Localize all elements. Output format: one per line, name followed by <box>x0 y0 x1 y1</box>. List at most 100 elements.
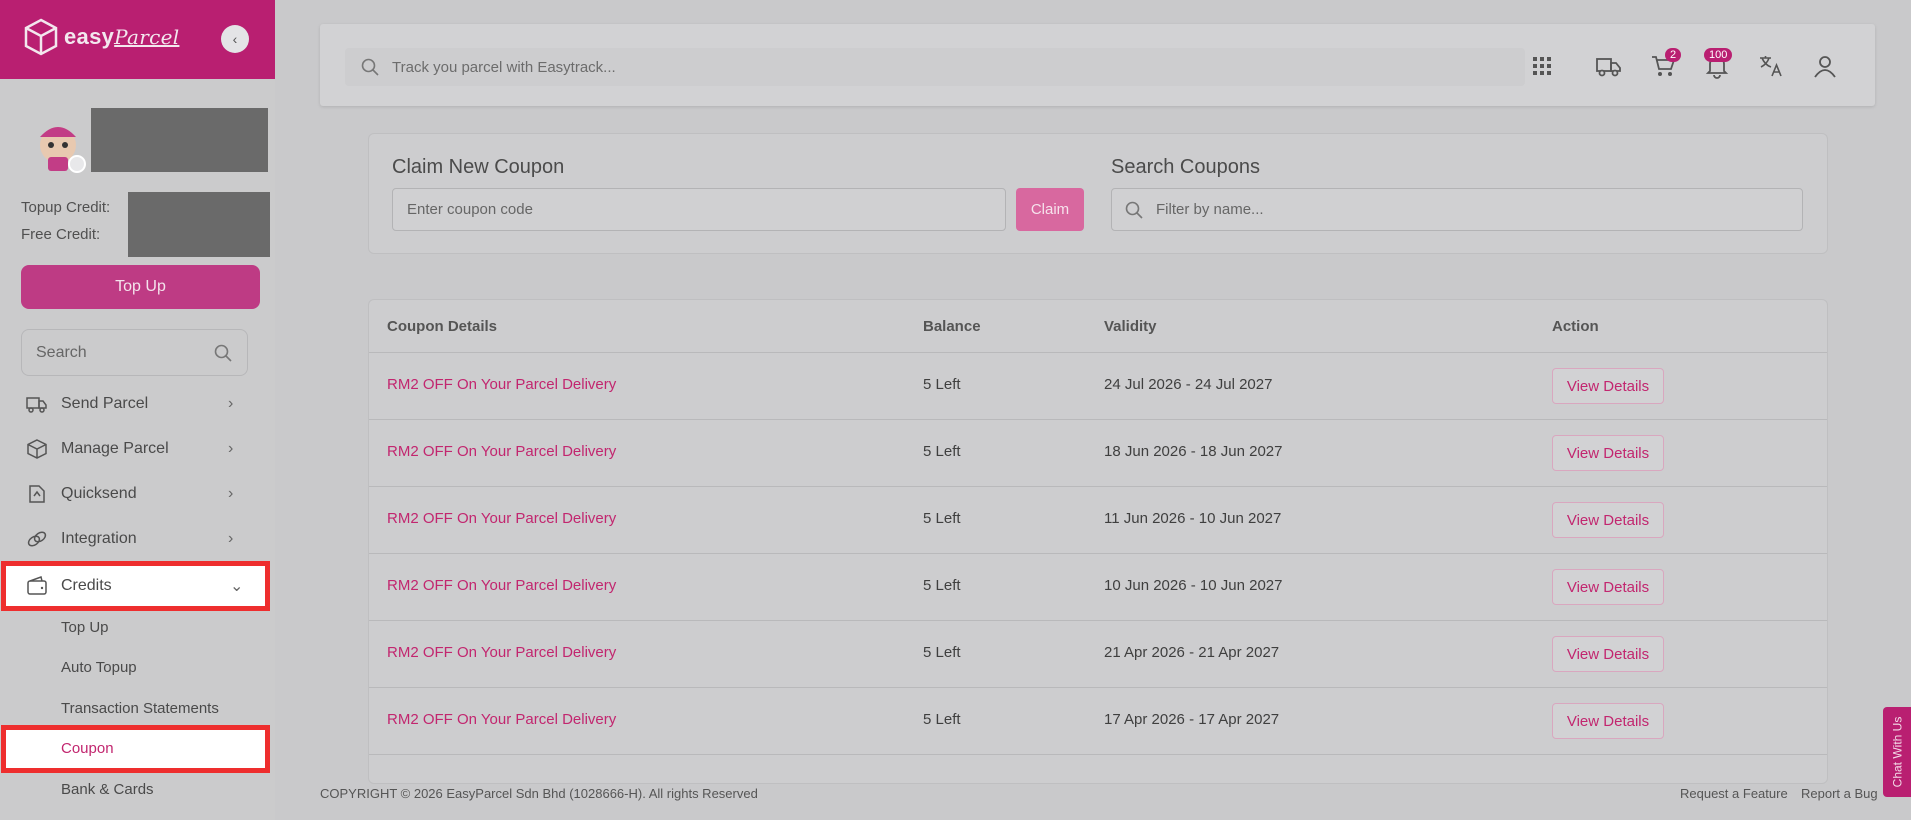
view-details-button[interactable]: View Details <box>1552 502 1664 538</box>
sidebar-subitem-transaction-statements[interactable]: Transaction Statements <box>61 700 219 717</box>
sidebar-item-label: Manage Parcel <box>61 440 169 457</box>
top-header: Track you parcel with Easytrack... 2 100 <box>320 24 1875 106</box>
search-coupons-title: Search Coupons <box>1111 156 1260 178</box>
coupon-filter-input[interactable]: Filter by name... <box>1111 188 1803 231</box>
chevron-left-icon: ‹ <box>232 31 238 47</box>
report-bug-link[interactable]: Report a Bug <box>1801 786 1878 801</box>
sidebar-item-label: Integration <box>61 530 137 547</box>
coupon-code-placeholder: Enter coupon code <box>407 201 533 218</box>
claim-new-coupon-title: Claim New Coupon <box>392 156 565 178</box>
box-logo-icon <box>24 18 58 56</box>
coupon-validity: 21 Apr 2026 - 21 Apr 2027 <box>1104 644 1280 661</box>
search-icon <box>1125 201 1143 219</box>
coupon-table: Coupon Details Balance Validity Action R… <box>368 299 1828 784</box>
sidebar-item-label: Send Parcel <box>61 395 149 412</box>
quicksend-icon <box>29 485 45 503</box>
column-header-action: Action <box>1552 318 1599 335</box>
sidebar-item-label: Credits <box>61 577 112 594</box>
coupon-name-link[interactable]: RM2 OFF On Your Parcel Delivery <box>387 510 616 527</box>
sidebar-subitem-top-up[interactable]: Top Up <box>61 619 109 636</box>
coupon-balance: 5 Left <box>923 443 961 460</box>
table-row: RM2 OFF On Your Parcel Delivery 5 Left 2… <box>369 620 1827 687</box>
redacted-user-info <box>91 108 268 172</box>
chevron-right-icon: › <box>228 485 234 502</box>
sidebar-subitem-coupon-highlight <box>1 725 270 773</box>
view-details-button[interactable]: View Details <box>1552 703 1664 739</box>
table-row: RM2 OFF On Your Parcel Delivery 5 Left 1… <box>369 419 1827 486</box>
chevron-right-icon: › <box>228 530 234 547</box>
column-header-balance: Balance <box>923 318 981 335</box>
coupon-validity: 17 Apr 2026 - 17 Apr 2027 <box>1104 711 1280 728</box>
translate-icon[interactable] <box>1757 52 1785 80</box>
logo-text-parcel: Parcel <box>114 25 180 49</box>
coupon-name-link[interactable]: RM2 OFF On Your Parcel Delivery <box>387 443 616 460</box>
chat-with-us-label: Chat With Us <box>1890 716 1904 788</box>
view-details-button[interactable]: View Details <box>1552 569 1664 605</box>
coupon-validity: 11 Jun 2026 - 10 Jun 2027 <box>1104 510 1282 527</box>
table-row: RM2 OFF On Your Parcel Delivery 5 Left 1… <box>369 687 1827 754</box>
link-icon <box>27 531 47 547</box>
table-row: RM2 OFF On Your Parcel Delivery 5 Left 2… <box>369 352 1827 419</box>
sidebar-item-quicksend[interactable]: Quicksend › <box>0 474 265 514</box>
user-profile-icon[interactable] <box>1811 52 1839 80</box>
search-icon <box>214 344 232 362</box>
coupon-validity: 24 Jul 2026 - 24 Jul 2027 <box>1104 376 1273 393</box>
sidebar: easyParcel ‹ Topup Credit: Free Credit: … <box>0 0 275 820</box>
cart-count-badge: 2 <box>1665 48 1682 62</box>
view-details-button[interactable]: View Details <box>1552 435 1664 471</box>
chat-with-us-tab[interactable]: Chat With Us <box>1883 707 1911 797</box>
coupon-balance: 5 Left <box>923 577 961 594</box>
redacted-credit-values <box>128 192 270 257</box>
easytrack-placeholder: Track you parcel with Easytrack... <box>392 58 616 76</box>
table-row: RM2 OFF On Your Parcel Delivery 5 Left 1… <box>369 486 1827 553</box>
coupon-name-link[interactable]: RM2 OFF On Your Parcel Delivery <box>387 577 616 594</box>
footer-copyright: COPYRIGHT © 2026 EasyParcel Sdn Bhd (102… <box>320 786 758 801</box>
free-credit-label: Free Credit: <box>21 226 101 243</box>
sidebar-search-placeholder: Search <box>36 343 87 361</box>
column-header-coupon-details: Coupon Details <box>387 318 498 335</box>
sidebar-item-manage-parcel[interactable]: Manage Parcel › <box>0 429 265 469</box>
search-icon <box>361 58 379 76</box>
logo-text-easy: easy <box>64 24 115 49</box>
coupon-name-link[interactable]: RM2 OFF On Your Parcel Delivery <box>387 376 616 393</box>
logo-bar: easyParcel ‹ <box>0 0 275 79</box>
chevron-right-icon: › <box>228 395 234 412</box>
claim-coupon-card: Claim New Coupon Enter coupon code Claim… <box>368 133 1828 254</box>
sidebar-subitem-auto-topup[interactable]: Auto Topup <box>61 659 137 676</box>
chevron-right-icon: › <box>228 440 234 457</box>
truck-icon <box>26 397 47 413</box>
box-icon <box>27 439 47 459</box>
column-header-validity: Validity <box>1104 318 1157 335</box>
notification-count-badge: 100 <box>1704 48 1733 62</box>
wallet-icon <box>27 576 47 595</box>
top-up-button[interactable]: Top Up <box>21 265 260 309</box>
coupon-validity: 18 Jun 2026 - 18 Jun 2027 <box>1104 443 1283 460</box>
sidebar-subitem-bank-cards[interactable]: Bank & Cards <box>61 781 154 798</box>
view-details-button[interactable]: View Details <box>1552 368 1664 404</box>
chevron-down-icon: ⌄ <box>230 578 244 595</box>
table-row: RM2 OFF On Your Parcel Delivery 5 Left 1… <box>369 553 1827 620</box>
coupon-name-link[interactable]: RM2 OFF On Your Parcel Delivery <box>387 711 616 728</box>
coupon-balance: 5 Left <box>923 376 961 393</box>
coupon-code-input[interactable]: Enter coupon code <box>392 188 1006 231</box>
coupon-balance: 5 Left <box>923 510 961 527</box>
sidebar-subitem-coupon[interactable]: Coupon <box>61 740 114 757</box>
coupon-filter-placeholder: Filter by name... <box>1156 201 1264 218</box>
sidebar-item-send-parcel[interactable]: Send Parcel › <box>0 384 265 424</box>
sidebar-item-integration[interactable]: Integration › <box>0 519 265 559</box>
easyparcel-logo[interactable]: easyParcel <box>24 18 179 56</box>
sidebar-item-label: Quicksend <box>61 485 137 502</box>
country-flag-icon <box>68 155 86 173</box>
easytrack-search-input[interactable]: Track you parcel with Easytrack... <box>345 48 1525 86</box>
sidebar-search-input[interactable]: Search <box>21 329 248 376</box>
coupon-name-link[interactable]: RM2 OFF On Your Parcel Delivery <box>387 644 616 661</box>
coupon-balance: 5 Left <box>923 711 961 728</box>
request-feature-link[interactable]: Request a Feature <box>1680 786 1788 801</box>
table-row-partial <box>369 754 1827 783</box>
claim-button[interactable]: Claim <box>1016 188 1084 231</box>
sidebar-item-credits[interactable]: Credits ⌄ <box>1 561 270 611</box>
view-details-button[interactable]: View Details <box>1552 636 1664 672</box>
shipment-truck-icon[interactable] <box>1595 52 1623 80</box>
collapse-sidebar-button[interactable]: ‹ <box>221 25 249 53</box>
apps-grid-icon[interactable] <box>1528 52 1556 80</box>
